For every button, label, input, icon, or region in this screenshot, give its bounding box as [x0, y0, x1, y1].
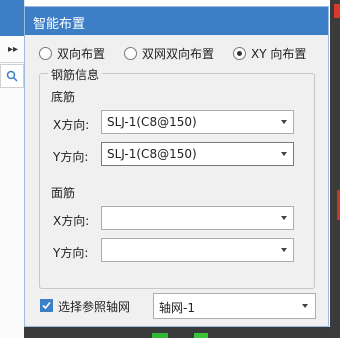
top-x-label: X方向: [53, 214, 90, 228]
canvas-bottom [24, 327, 330, 338]
search-icon [6, 70, 18, 82]
select-value: SLJ-1(C8@150) [107, 115, 197, 129]
radio-label: XY 向布置 [251, 47, 307, 61]
divider [0, 62, 24, 63]
group-title: 钢筋信息 [48, 66, 103, 83]
axis-row: 选择参照轴网 轴网-1 [39, 293, 319, 321]
chevron-down-icon[interactable] [281, 120, 287, 124]
radio-icon [124, 47, 137, 60]
bottom-y-label: Y方向: [53, 150, 89, 164]
radio-label: 双网双向布置 [142, 47, 215, 61]
radio-selected-icon [233, 47, 246, 60]
rebar-info-group: 钢筋信息 底筋 X方向: SLJ-1(C8@150) Y方向: SLJ-1(C8… [39, 66, 315, 289]
bottom-rebar-title: 底筋 [51, 90, 76, 104]
chevron-down-icon[interactable] [281, 216, 287, 220]
bottom-x-label: X方向: [53, 118, 90, 132]
top-rebar-title: 面筋 [51, 186, 76, 200]
top-y-select[interactable] [101, 238, 294, 262]
green-marker [194, 333, 208, 338]
canvas-edge [330, 0, 340, 338]
layout-mode-group: 双向布置 双网双向布置 XY 向布置 [39, 45, 324, 63]
green-marker [152, 333, 168, 338]
red-marker [334, 4, 340, 18]
select-value: SLJ-1(C8@150) [107, 147, 197, 161]
smart-layout-dialog: 智能布置 双向布置 双网双向布置 XY 向布置 钢筋信息 底筋 X方向: SLJ… [24, 6, 329, 327]
axis-checkbox-label[interactable]: 选择参照轴网 [58, 298, 130, 315]
dialog-titlebar[interactable]: 智能布置 [25, 7, 328, 35]
axis-checkbox[interactable] [40, 299, 53, 312]
select-value: 轴网-1 [159, 301, 195, 315]
left-panel-header [0, 0, 24, 36]
radio-double-net[interactable]: 双网双向布置 [124, 45, 214, 62]
radio-icon [39, 47, 52, 60]
chevron-down-icon[interactable] [302, 304, 308, 308]
axis-select[interactable]: 轴网-1 [153, 293, 316, 319]
radio-label: 双向布置 [57, 47, 106, 61]
bottom-y-select[interactable]: SLJ-1(C8@150) [101, 142, 294, 166]
chevron-down-icon[interactable] [281, 248, 287, 252]
left-panel: ▸▸ [0, 0, 25, 338]
dialog-title: 智能布置 [33, 17, 86, 32]
radio-bidirectional[interactable]: 双向布置 [39, 45, 105, 62]
bottom-x-select[interactable]: SLJ-1(C8@150) [101, 110, 294, 134]
top-y-label: Y方向: [53, 246, 89, 260]
top-x-select[interactable] [101, 206, 294, 230]
expand-arrows-icon[interactable]: ▸▸ [8, 44, 18, 55]
radio-xy[interactable]: XY 向布置 [233, 45, 306, 62]
checkmark-icon [42, 301, 51, 310]
search-box[interactable] [0, 64, 24, 88]
chevron-down-icon[interactable] [281, 152, 287, 156]
